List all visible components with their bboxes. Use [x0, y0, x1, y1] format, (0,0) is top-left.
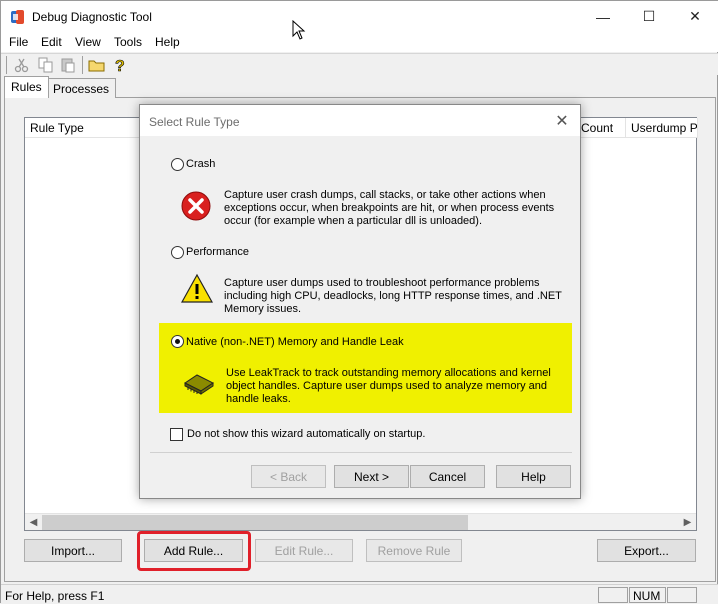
- dialog-title: Select Rule Type: [149, 115, 240, 129]
- menu-view[interactable]: View: [75, 35, 101, 49]
- toolbar-separator: [6, 56, 7, 74]
- help-button[interactable]: Help: [496, 465, 571, 488]
- export-button-label: Export...: [624, 543, 669, 558]
- option-native-leak-description: Use LeakTrack to track outstanding memor…: [226, 367, 551, 405]
- paste-icon[interactable]: [59, 56, 77, 74]
- tab-processes[interactable]: Processes: [46, 78, 117, 98]
- option-performance-description: Capture user dumps used to troubleshoot …: [224, 277, 562, 315]
- status-text: For Help, press F1: [5, 589, 105, 603]
- minimize-button[interactable]: —: [580, 1, 626, 32]
- horizontal-scrollbar[interactable]: ◀ ▶: [25, 513, 696, 530]
- option-native-leak-label[interactable]: Native (non-.NET) Memory and Handle Leak: [186, 336, 404, 348]
- radio-crash[interactable]: [171, 158, 184, 171]
- dialog-title-bar: Select Rule Type ✕: [140, 105, 580, 136]
- dont-show-wizard-label[interactable]: Do not show this wizard automatically on…: [187, 428, 425, 440]
- toolbar-separator: [82, 56, 83, 74]
- menu-bar: File Edit View Tools Help: [1, 32, 718, 52]
- dont-show-wizard-checkbox[interactable]: [170, 428, 183, 441]
- open-folder-icon[interactable]: [88, 56, 106, 74]
- remove-rule-button-label: Remove Rule: [377, 543, 451, 558]
- cut-icon[interactable]: [13, 56, 31, 74]
- app-icon: [10, 9, 26, 25]
- scrollbar-thumb[interactable]: [42, 515, 468, 530]
- edit-rule-button-label: Edit Rule...: [274, 543, 334, 558]
- next-button-label: Next >: [353, 469, 389, 484]
- menu-tools[interactable]: Tools: [114, 35, 142, 49]
- import-button[interactable]: Import...: [24, 539, 122, 562]
- export-button[interactable]: Export...: [597, 539, 696, 562]
- maximize-button[interactable]: ☐: [626, 1, 672, 32]
- status-bar: For Help, press F1 NUM: [1, 584, 718, 604]
- menu-edit[interactable]: Edit: [41, 35, 62, 49]
- option-crash-label[interactable]: Crash: [186, 158, 215, 170]
- close-button[interactable]: ✕: [672, 1, 718, 32]
- warning-icon: [180, 273, 214, 308]
- window-title: Debug Diagnostic Tool: [32, 10, 152, 24]
- main-window: Debug Diagnostic Tool — ☐ ✕ File Edit Vi…: [0, 0, 718, 604]
- column-header-rule-type[interactable]: Rule Type: [25, 118, 145, 138]
- add-rule-button[interactable]: Add Rule...: [144, 539, 243, 562]
- radio-native-leak[interactable]: [171, 335, 184, 348]
- column-header-count[interactable]: Count: [576, 118, 626, 138]
- help-button-label: Help: [521, 469, 546, 484]
- back-button-label: < Back: [269, 469, 308, 484]
- cancel-button[interactable]: Cancel: [410, 465, 485, 488]
- error-icon: [181, 191, 211, 224]
- scroll-right-icon[interactable]: ▶: [679, 514, 696, 531]
- status-num: NUM: [629, 587, 666, 603]
- select-rule-type-dialog: Select Rule Type ✕ Crash Capture user cr…: [139, 104, 581, 499]
- remove-rule-button[interactable]: Remove Rule: [366, 539, 462, 562]
- radio-performance[interactable]: [171, 246, 184, 259]
- scroll-left-icon[interactable]: ◀: [25, 514, 42, 531]
- import-button-label: Import...: [50, 543, 95, 558]
- dialog-separator: [150, 452, 572, 453]
- memory-chip-icon: [183, 371, 215, 398]
- column-header-userdump-path[interactable]: Userdump Pa: [626, 118, 698, 138]
- dialog-close-icon[interactable]: ✕: [552, 111, 572, 131]
- next-button[interactable]: Next >: [334, 465, 409, 488]
- add-rule-button-label: Add Rule...: [163, 543, 224, 558]
- status-panel-empty: [598, 587, 628, 603]
- tab-rules[interactable]: Rules: [4, 76, 49, 98]
- status-panel-empty: [667, 587, 697, 603]
- svg-text:?: ?: [115, 58, 125, 74]
- option-crash-description: Capture user crash dumps, call stacks, o…: [224, 189, 555, 227]
- help-icon[interactable]: ?: [111, 56, 129, 76]
- cancel-button-label: Cancel: [428, 469, 467, 484]
- menu-help[interactable]: Help: [155, 35, 180, 49]
- edit-rule-button[interactable]: Edit Rule...: [255, 539, 353, 562]
- option-performance-label[interactable]: Performance: [186, 246, 249, 258]
- menu-file[interactable]: File: [9, 35, 28, 49]
- title-bar: Debug Diagnostic Tool — ☐ ✕: [1, 1, 718, 32]
- mouse-cursor-icon: [292, 19, 306, 43]
- copy-icon[interactable]: [37, 56, 55, 74]
- toolbar: ?: [1, 53, 718, 75]
- back-button[interactable]: < Back: [251, 465, 326, 488]
